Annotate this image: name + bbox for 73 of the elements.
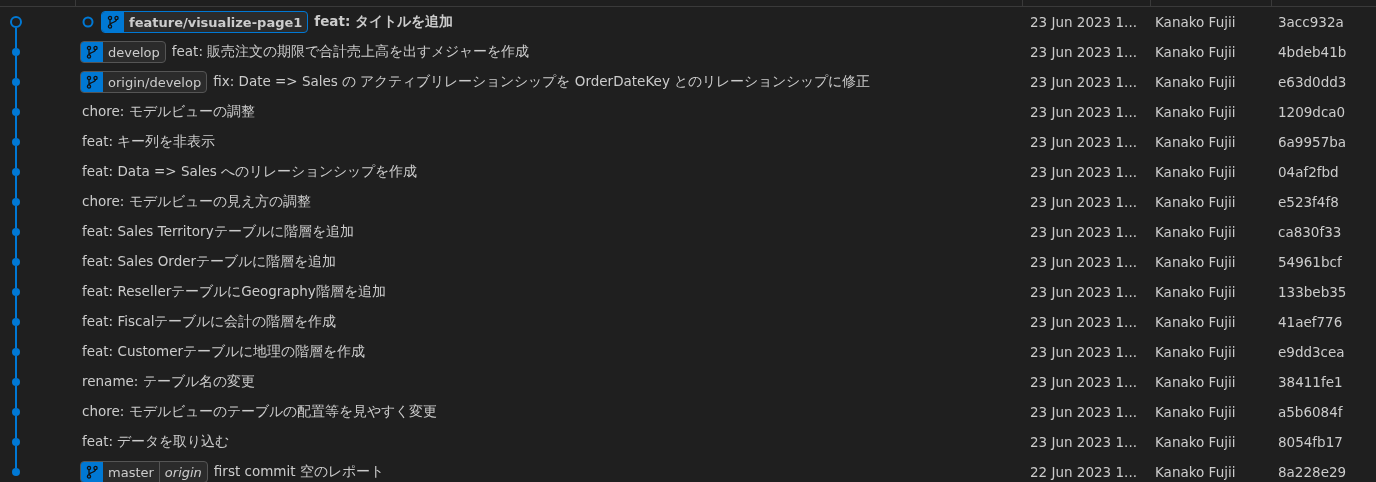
commit-author: Kanako Fujii <box>1155 434 1236 450</box>
commit-author: Kanako Fujii <box>1155 464 1236 480</box>
commit-hash: 8054fb17 <box>1278 434 1343 450</box>
commit-hash: 8a228e29 <box>1278 464 1347 480</box>
branch-icon <box>81 42 103 62</box>
branch-badge[interactable]: origin/develop <box>80 71 208 93</box>
commit-author: Kanako Fujii <box>1155 374 1236 390</box>
commit-hash: 04af2fbd <box>1278 164 1339 180</box>
commit-message: chore: モデルビューのテーブルの配置等を見やすく変更 <box>82 403 437 421</box>
commit-message: chore: モデルビューの調整 <box>82 103 255 121</box>
commit-message: feat: Customerテーブルに地理の階層を作成 <box>82 343 366 361</box>
commit-hash: 38411fe1 <box>1278 374 1343 390</box>
branch-icon <box>81 72 103 92</box>
commit-date: 23 Jun 2023 1... <box>1030 404 1137 420</box>
commit-date: 23 Jun 2023 1... <box>1030 374 1137 390</box>
commit-date: 23 Jun 2023 1... <box>1030 14 1137 30</box>
commit-message: feat: データを取り込む <box>82 433 230 451</box>
head-circle-icon <box>82 16 94 28</box>
branch-icon <box>102 12 124 32</box>
commit-hash: ca830f33 <box>1278 224 1342 240</box>
commit-author: Kanako Fujii <box>1155 74 1236 90</box>
commit-hash: 133beb35 <box>1278 284 1347 300</box>
commit-message: rename: テーブル名の変更 <box>82 373 255 391</box>
commit-author: Kanako Fujii <box>1155 284 1236 300</box>
commit-date: 23 Jun 2023 1... <box>1030 164 1137 180</box>
branch-badge[interactable]: develop <box>80 41 166 63</box>
commit-message: feat: キー列を非表示 <box>82 133 216 151</box>
commit-hash: 54961bcf <box>1278 254 1342 270</box>
commit-date: 23 Jun 2023 1... <box>1030 104 1137 120</box>
commit-message: feat: Sales Territoryテーブルに階層を追加 <box>82 223 354 241</box>
commit-message: feat: 販売注文の期限で合計売上高を出すメジャーを作成 <box>171 43 530 61</box>
commit-hash: 4bdeb41b <box>1278 44 1347 60</box>
commit-author: Kanako Fujii <box>1155 164 1236 180</box>
commit-hash: 1209dca0 <box>1278 104 1346 120</box>
commit-author: Kanako Fujii <box>1155 44 1236 60</box>
commit-hash: e523f4f8 <box>1278 194 1339 210</box>
commit-message: feat: Sales Orderテーブルに階層を追加 <box>82 253 337 271</box>
commit-author: Kanako Fujii <box>1155 314 1236 330</box>
commit-author: Kanako Fujii <box>1155 344 1236 360</box>
commit-hash: 41aef776 <box>1278 314 1343 330</box>
commit-date: 23 Jun 2023 1... <box>1030 314 1137 330</box>
commit-author: Kanako Fujii <box>1155 194 1236 210</box>
commit-author: Kanako Fujii <box>1155 254 1236 270</box>
commit-hash: e9dd3cea <box>1278 344 1345 360</box>
commit-hash: a5b6084f <box>1278 404 1343 420</box>
commit-author: Kanako Fujii <box>1155 14 1236 30</box>
commit-date: 23 Jun 2023 1... <box>1030 254 1137 270</box>
commit-author: Kanako Fujii <box>1155 134 1236 150</box>
commit-message: feat: Data => Sales へのリレーションシップを作成 <box>82 163 418 181</box>
commit-message: feat: ResellerテーブルにGeography階層を追加 <box>82 283 386 301</box>
commit-author: Kanako Fujii <box>1155 224 1236 240</box>
commit-author: Kanako Fujii <box>1155 104 1236 120</box>
commit-hash: 3acc932a <box>1278 14 1344 30</box>
commit-date: 23 Jun 2023 1... <box>1030 44 1137 60</box>
branch-badge[interactable]: master origin <box>80 461 208 482</box>
commit-message: feat: Fiscalテーブルに会計の階層を作成 <box>82 313 337 331</box>
commit-date: 23 Jun 2023 1... <box>1030 194 1137 210</box>
commit-message: chore: モデルビューの見え方の調整 <box>82 193 311 211</box>
commit-message: feat: タイトルを追加 <box>314 13 454 31</box>
commit-date: 23 Jun 2023 1... <box>1030 224 1137 240</box>
commit-author: Kanako Fujii <box>1155 404 1236 420</box>
commit-date: 23 Jun 2023 1... <box>1030 134 1137 150</box>
commit-message: first commit 空のレポート <box>213 463 384 481</box>
branch-badge[interactable]: feature/visualize-page1 <box>101 11 309 33</box>
commit-date: 23 Jun 2023 1... <box>1030 284 1137 300</box>
commit-date: 22 Jun 2023 1... <box>1030 464 1137 480</box>
commit-date: 23 Jun 2023 1... <box>1030 74 1137 90</box>
commit-hash: 6a9957ba <box>1278 134 1347 150</box>
commit-message: fix: Date => Sales の アクティブリレーションシップを OrderDateKey とのリレーションシップに修正 <box>213 73 871 91</box>
commit-date: 23 Jun 2023 1... <box>1030 344 1137 360</box>
commit-hash: e63d0dd3 <box>1278 74 1347 90</box>
commit-date: 23 Jun 2023 1... <box>1030 434 1137 450</box>
branch-icon <box>81 462 103 482</box>
